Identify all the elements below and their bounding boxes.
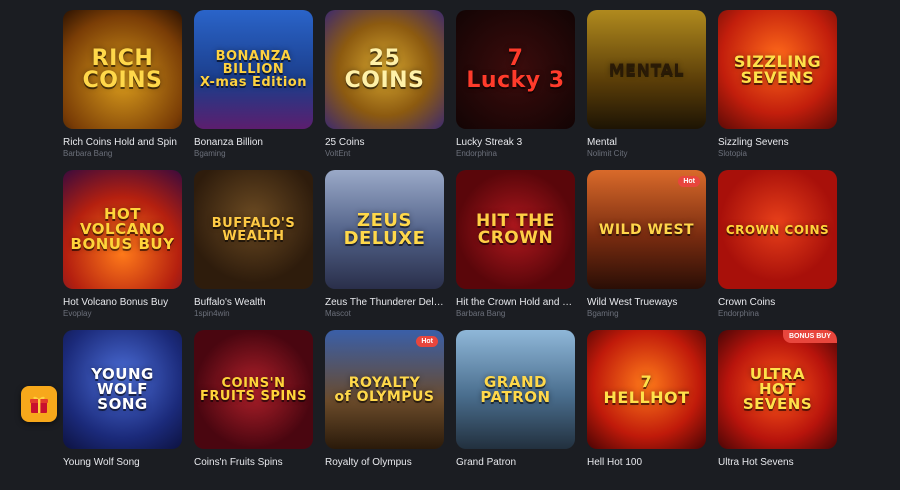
- game-name[interactable]: Grand Patron: [456, 457, 575, 468]
- game-provider: Mascot: [325, 309, 351, 318]
- game-name[interactable]: Hot Volcano Bonus Buy: [63, 297, 182, 308]
- game-art-title: YOUNG WOLF SONG: [91, 365, 154, 413]
- games-grid: RICH COINS Rich Coins Hold and Spin Barbar…: [63, 10, 837, 490]
- game-thumbnail[interactable]: GRAND PATRON: [456, 330, 575, 449]
- game-thumbnail[interactable]: BONANZA BILLION X-mas Edition: [194, 10, 313, 129]
- game-provider: Endorphina: [456, 149, 497, 158]
- game-provider: Bgaming: [194, 149, 226, 158]
- game-thumbnail[interactable]: COINS'N FRUITS SPINS: [194, 330, 313, 449]
- game-thumbnail[interactable]: YOUNG WOLF SONG: [63, 330, 182, 449]
- game-name[interactable]: Young Wolf Song: [63, 457, 182, 468]
- game-card[interactable]: SIZZLING SEVENS Sizzling Sevens Slotopia: [718, 10, 837, 170]
- game-name[interactable]: 25 Coins: [325, 137, 444, 148]
- hot-badge: Hot: [678, 176, 700, 187]
- game-art-title: ULTRA HOT SEVENS: [742, 365, 813, 413]
- game-card[interactable]: HOT VOLCANO BONUS BUY Hot Volcano Bonus B…: [63, 170, 182, 330]
- game-name[interactable]: Hit the Crown Hold and Spin: [456, 297, 575, 308]
- game-thumbnail[interactable]: 7 HELLHOT: [587, 330, 706, 449]
- game-art-title: BONANZA BILLION X-mas Edition: [200, 49, 307, 90]
- game-name[interactable]: Rich Coins Hold and Spin: [63, 137, 182, 148]
- game-name[interactable]: Buffalo's Wealth: [194, 297, 313, 308]
- game-name[interactable]: Ultra Hot Sevens: [718, 457, 837, 468]
- game-card[interactable]: YOUNG WOLF SONG Young Wolf Song: [63, 330, 182, 490]
- game-thumbnail[interactable]: RICH COINS: [63, 10, 182, 129]
- game-provider: VoltEnt: [325, 149, 351, 158]
- game-name[interactable]: Wild West Trueways: [587, 297, 706, 308]
- game-art-title: MENTAL: [608, 59, 685, 79]
- game-art-title: ROYALTY of OLYMPUS: [334, 374, 435, 405]
- game-thumbnail[interactable]: 25 COINS: [325, 10, 444, 129]
- game-provider: Endorphina: [718, 309, 759, 318]
- game-thumbnail[interactable]: HOT VOLCANO BONUS BUY: [63, 170, 182, 289]
- game-card[interactable]: GRAND PATRON Grand Patron: [456, 330, 575, 490]
- game-provider: Evoplay: [63, 309, 92, 318]
- game-thumbnail[interactable]: 7 Lucky 3: [456, 10, 575, 129]
- game-art-title: COINS'N FRUITS SPINS: [200, 375, 308, 404]
- game-art-title: BUFFALO'S WEALTH: [211, 215, 296, 244]
- game-thumbnail[interactable]: ZEUS DELUXE: [325, 170, 444, 289]
- game-card[interactable]: ROYALTY of OLYMPUS Hot Royalty of Olympus: [325, 330, 444, 490]
- game-art-title: WILD WEST: [598, 221, 695, 238]
- game-name[interactable]: Coins'n Fruits Spins: [194, 457, 313, 468]
- game-art-title: ZEUS DELUXE: [343, 209, 426, 249]
- game-name[interactable]: Crown Coins: [718, 297, 837, 308]
- game-art-title: HIT THE CROWN: [475, 210, 555, 248]
- game-thumbnail[interactable]: HIT THE CROWN: [456, 170, 575, 289]
- game-art-title: 7 HELLHOT: [603, 371, 690, 407]
- game-card[interactable]: ZEUS DELUXE Zeus The Thunderer Deluxe Masc…: [325, 170, 444, 330]
- game-thumbnail[interactable]: MENTAL: [587, 10, 706, 129]
- game-provider: Bgaming: [587, 309, 619, 318]
- game-art-title: GRAND PATRON: [480, 372, 551, 406]
- game-thumbnail[interactable]: WILD WEST Hot: [587, 170, 706, 289]
- game-name[interactable]: Mental: [587, 137, 706, 148]
- game-art-title: CROWN COINS: [725, 222, 830, 237]
- game-card[interactable]: 25 COINS 25 Coins VoltEnt: [325, 10, 444, 170]
- game-name[interactable]: Zeus The Thunderer Deluxe: [325, 297, 444, 308]
- hot-badge: Hot: [416, 336, 438, 347]
- game-provider: Barbara Bang: [63, 149, 113, 158]
- game-thumbnail[interactable]: ULTRA HOT SEVENS BONUS BUY: [718, 330, 837, 449]
- game-card[interactable]: WILD WEST Hot Wild West Trueways Bgaming: [587, 170, 706, 330]
- game-thumbnail[interactable]: ROYALTY of OLYMPUS Hot: [325, 330, 444, 449]
- game-thumbnail[interactable]: BUFFALO'S WEALTH: [194, 170, 313, 289]
- game-provider: 1spin4win: [194, 309, 230, 318]
- game-provider: Nolimit City: [587, 149, 628, 158]
- game-card[interactable]: HIT THE CROWN Hit the Crown Hold and Spin…: [456, 170, 575, 330]
- game-name[interactable]: Lucky Streak 3: [456, 137, 575, 148]
- game-provider: Slotopia: [718, 149, 747, 158]
- game-card[interactable]: RICH COINS Rich Coins Hold and Spin Barbar…: [63, 10, 182, 170]
- game-name[interactable]: Hell Hot 100: [587, 457, 706, 468]
- game-card[interactable]: 7 HELLHOT Hell Hot 100: [587, 330, 706, 490]
- game-art-title: 7 Lucky 3: [466, 45, 565, 93]
- game-art-title: 25 COINS: [344, 45, 425, 93]
- game-thumbnail[interactable]: SIZZLING SEVENS: [718, 10, 837, 129]
- bonus-buy-badge: BONUS BUY: [782, 330, 837, 343]
- game-card[interactable]: CROWN COINS Crown Coins Endorphina: [718, 170, 837, 330]
- game-card[interactable]: 7 Lucky 3 Lucky Streak 3 Endorphina: [456, 10, 575, 170]
- game-card[interactable]: BUFFALO'S WEALTH Buffalo's Wealth 1spin4wi…: [194, 170, 313, 330]
- game-art-title: RICH COINS: [82, 45, 163, 93]
- game-card[interactable]: MENTAL Mental Nolimit City: [587, 10, 706, 170]
- game-name[interactable]: Royalty of Olympus: [325, 457, 444, 468]
- game-art-title: SIZZLING SEVENS: [733, 51, 822, 87]
- game-thumbnail[interactable]: CROWN COINS: [718, 170, 837, 289]
- game-art-title: HOT VOLCANO BONUS BUY: [70, 205, 175, 253]
- game-name[interactable]: Sizzling Sevens: [718, 137, 837, 148]
- gift-icon: [30, 396, 48, 413]
- game-name[interactable]: Bonanza Billion: [194, 137, 313, 148]
- game-provider: Barbara Bang: [456, 309, 506, 318]
- game-card[interactable]: BONANZA BILLION X-mas Edition Bonanza Bil…: [194, 10, 313, 170]
- game-card[interactable]: ULTRA HOT SEVENS BONUS BUY Ultra Hot Seven…: [718, 330, 837, 490]
- game-card[interactable]: COINS'N FRUITS SPINS Coins'n Fruits Spins: [194, 330, 313, 490]
- gift-button[interactable]: [21, 386, 57, 422]
